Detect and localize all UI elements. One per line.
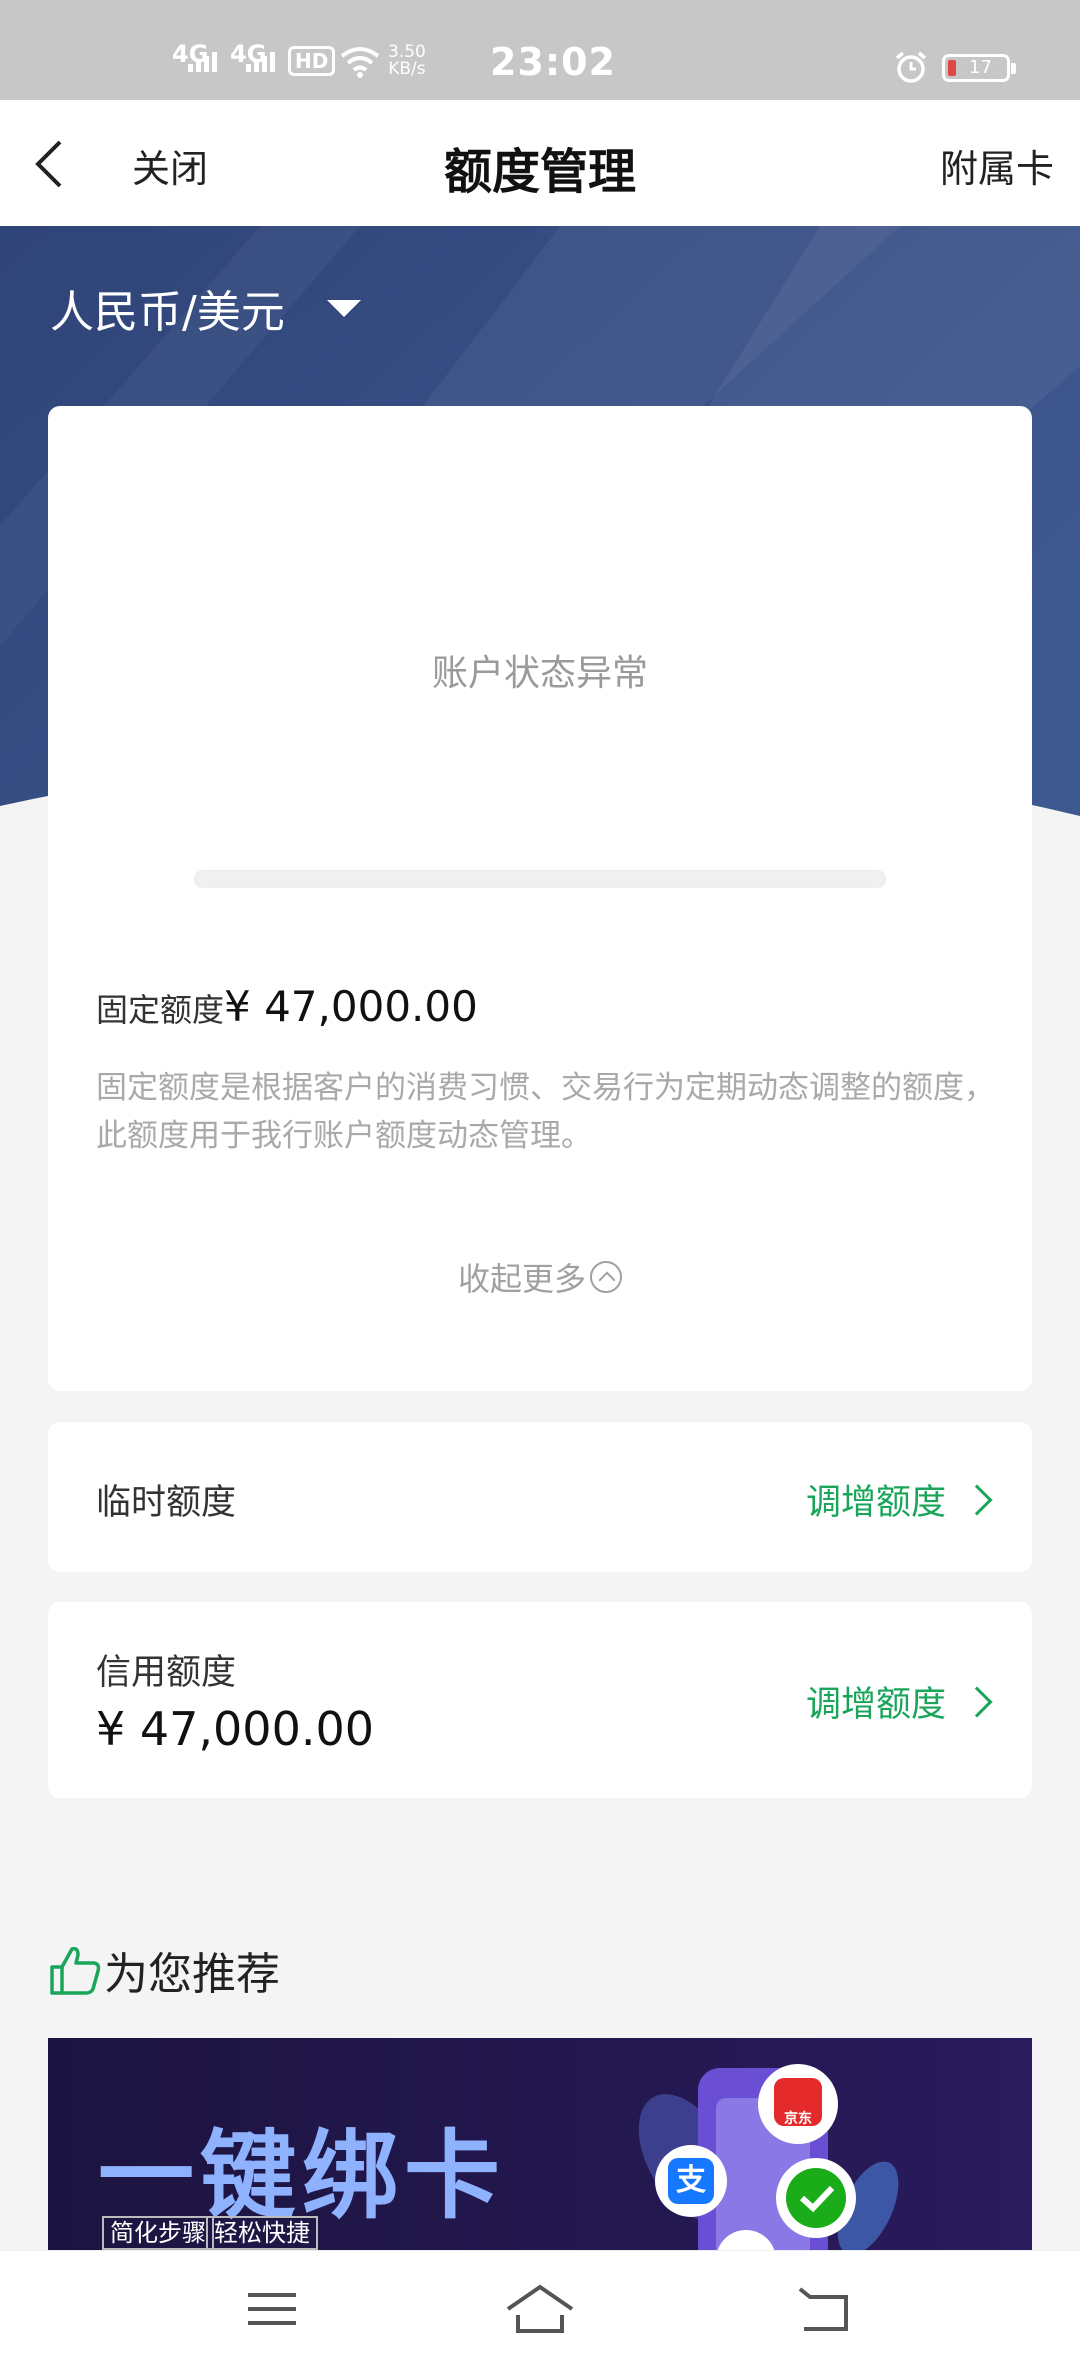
account-status-text: 账户状态异常 — [431, 653, 648, 694]
recommend-header: 为您推荐 — [48, 1938, 280, 2002]
menu-icon[interactable] — [244, 2281, 300, 2337]
fixed-limit-amount: ¥ 47,000.00 — [224, 982, 478, 1031]
chevron-right-icon — [961, 1685, 993, 1718]
clock: 23:02 — [490, 40, 616, 84]
credit-limit-action-label: 调增额度 — [805, 1685, 946, 1725]
collapse-label: 收起更多 — [457, 1260, 586, 1298]
network-speed: 3.50 KB/s — [388, 44, 426, 78]
credit-limit-label: 信用额度 — [96, 1653, 237, 1693]
currency-selector[interactable]: 人民币/美元 — [50, 276, 361, 340]
speed-unit: KB/s — [388, 59, 426, 79]
alipay-glyph: 支 — [676, 2163, 706, 2198]
signal-icon — [188, 52, 217, 72]
credit-limit-amount: ¥ 47,000.00 — [96, 1702, 374, 1756]
home-icon[interactable] — [504, 2281, 576, 2337]
jd-app-icon: 京东 — [774, 2108, 822, 2128]
temp-limit-card[interactable]: 临时额度 调增额度 — [48, 1422, 1032, 1572]
chevron-right-icon — [961, 1483, 993, 1516]
system-nav-bar — [0, 2250, 1080, 2376]
temp-limit-label: 临时额度 — [96, 1483, 237, 1523]
banner-tag-2: 轻松快捷 — [206, 2216, 318, 2250]
wechat-icon — [776, 2158, 856, 2238]
alarm-icon — [895, 51, 927, 83]
jd-label: 京东 — [784, 2111, 812, 2127]
chevron-up-circle-icon — [590, 1261, 622, 1293]
recommend-title: 为您推荐 — [104, 1949, 280, 2000]
back-icon[interactable] — [796, 2281, 852, 2337]
limit-progress-bar — [194, 870, 886, 888]
page-title: 额度管理 — [443, 144, 636, 200]
thumbs-up-icon — [50, 1946, 101, 1995]
caret-down-icon — [326, 299, 361, 317]
credit-limit-increase-button[interactable]: 调增额度 — [805, 1676, 993, 1727]
hd-badge: HD — [288, 46, 336, 76]
bind-card-banner[interactable]: 京东 支 一键绑卡 简化步骤 轻松快捷 — [48, 2038, 1032, 2250]
credit-limit-card[interactable]: 信用额度 ¥ 47,000.00 调增额度 — [48, 1602, 1032, 1798]
temp-limit-action-label: 调增额度 — [805, 1483, 946, 1523]
alipay-icon: 支 — [668, 2162, 714, 2200]
fixed-limit-row: 固定额度 ¥ 47,000.00 — [96, 982, 478, 1031]
battery-level: 17 — [969, 57, 992, 78]
fixed-limit-description: 固定额度是根据客户的消费习惯、交易行为定期动态调整的额度，此额度用于我行账户额度… — [96, 1070, 995, 1154]
temp-limit-increase-button[interactable]: 调增额度 — [805, 1474, 993, 1525]
nav-bar: 关闭 额度管理 附属卡 — [0, 100, 1080, 226]
battery-icon: 17 — [942, 54, 1016, 82]
limit-card: 账户状态异常 固定额度 ¥ 47,000.00 固定额度是根据客户的消费习惯、交… — [48, 406, 1032, 1391]
fixed-limit-label: 固定额度 — [96, 991, 225, 1029]
signal-icon — [246, 52, 275, 72]
banner-tag-1: 简化步骤 — [102, 2216, 214, 2250]
wifi-icon — [340, 47, 380, 78]
collapse-more-button[interactable]: 收起更多 — [48, 1254, 1032, 1300]
currency-label: 人民币/美元 — [50, 287, 285, 338]
status-bar: 4G 4G HD 3.50 KB/s 23:02 17 — [0, 0, 1080, 100]
supplementary-card-button[interactable]: 附属卡 — [940, 138, 1054, 193]
